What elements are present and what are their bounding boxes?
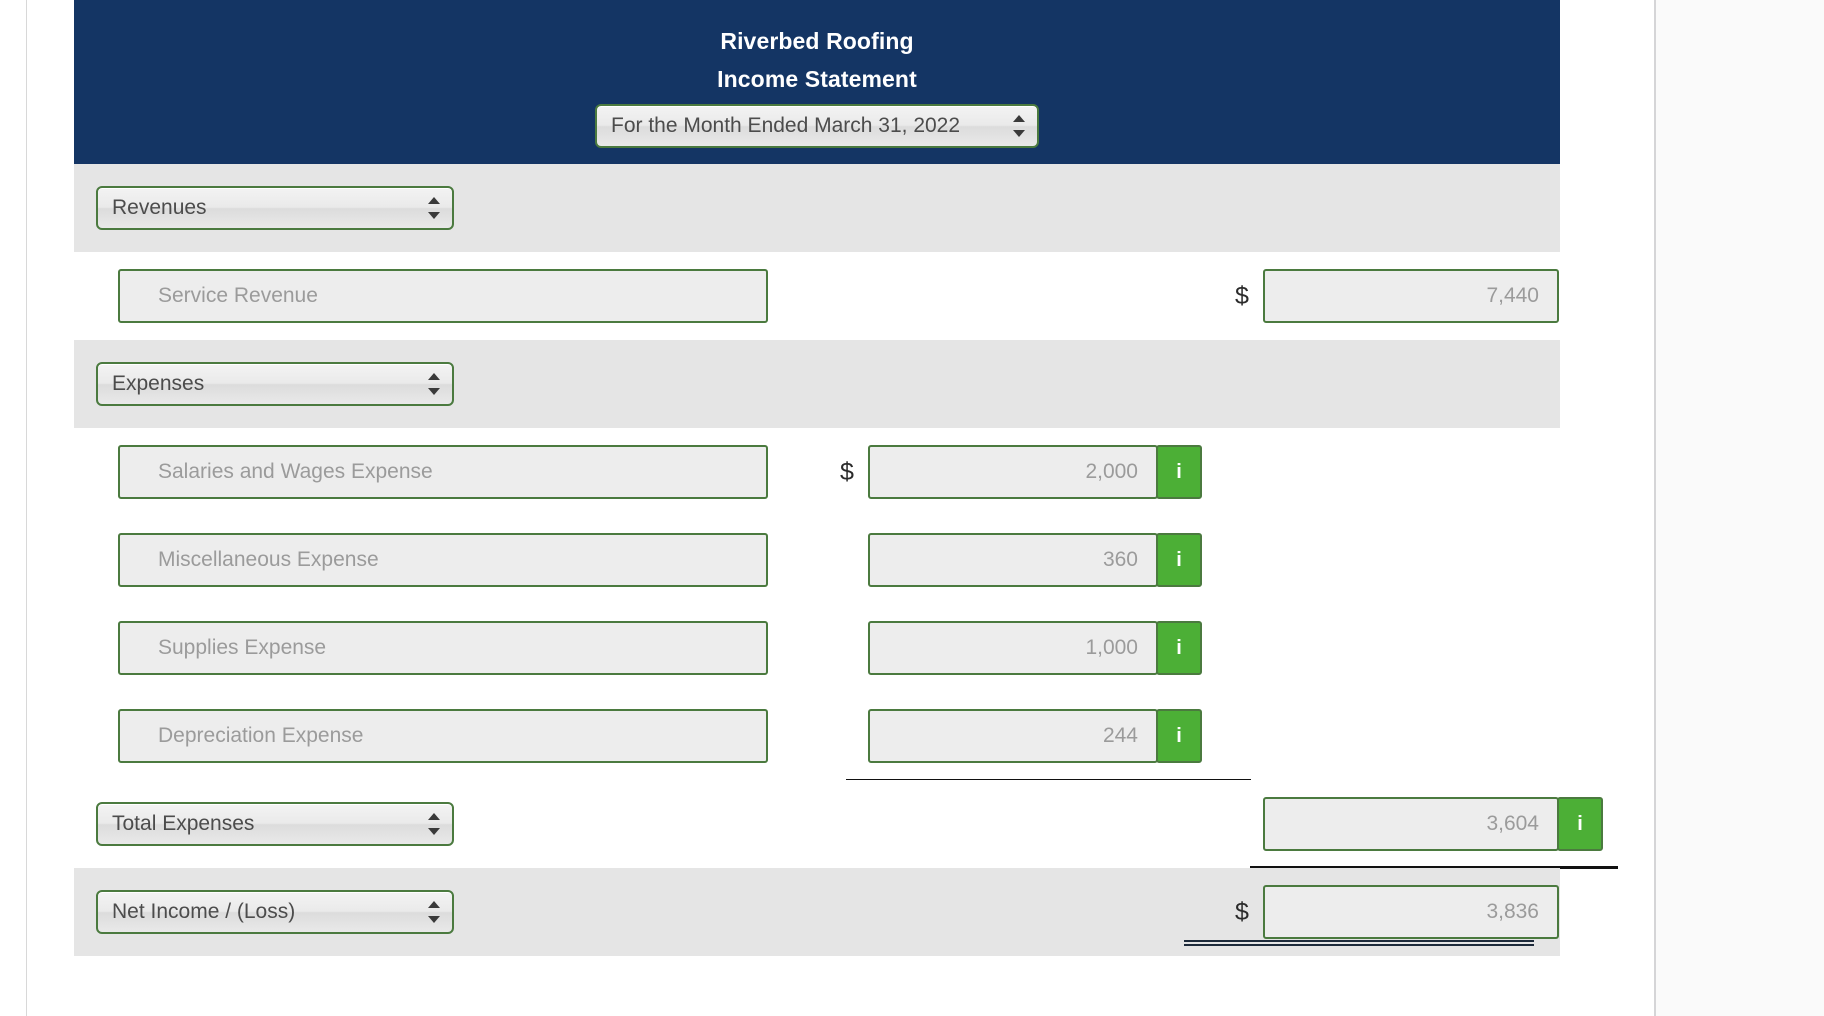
- account-name-input[interactable]: Supplies Expense: [118, 621, 768, 675]
- total-expenses-select[interactable]: Total Expenses: [96, 802, 454, 846]
- amount-group: $ 1,000 i: [834, 621, 1202, 675]
- amount-group: $ 244 i: [834, 709, 1202, 763]
- section-row-expenses: Expenses: [74, 340, 1560, 428]
- left-page-rule: [26, 0, 27, 1016]
- expenses-section-select[interactable]: Expenses: [96, 362, 454, 406]
- currency-symbol: $: [1235, 897, 1249, 926]
- table-row: Miscellaneous Expense $ 360 i: [74, 516, 1560, 604]
- expenses-section-label: Expenses: [112, 372, 205, 395]
- currency-symbol: $: [1235, 281, 1249, 310]
- net-income-select[interactable]: Net Income / (Loss): [96, 890, 454, 934]
- right-gutter: [1656, 0, 1824, 1016]
- amount-input[interactable]: 360: [868, 533, 1158, 587]
- amount-group: $ 3,836: [1229, 885, 1559, 939]
- table-row: Supplies Expense $ 1,000 i: [74, 604, 1560, 692]
- statement-card: Riverbed Roofing Income Statement For th…: [74, 0, 1618, 956]
- amount-input[interactable]: 244: [868, 709, 1158, 763]
- period-select[interactable]: For the Month Ended March 31, 2022: [595, 104, 1039, 148]
- account-name-input[interactable]: Salaries and Wages Expense: [118, 445, 768, 499]
- amount-group: $ 3,604 i: [1229, 797, 1603, 851]
- table-row: Depreciation Expense $ 244 i: [74, 692, 1560, 782]
- currency-symbol: $: [840, 457, 854, 486]
- period-select-value: For the Month Ended March 31, 2022: [611, 114, 961, 137]
- revenues-section-select[interactable]: Revenues: [96, 186, 454, 230]
- amount-group: $ 7,440: [1229, 269, 1559, 323]
- net-income-amount[interactable]: 3,836: [1263, 885, 1559, 939]
- info-icon-button[interactable]: i: [1156, 445, 1202, 499]
- company-name: Riverbed Roofing: [720, 28, 914, 54]
- total-expenses-amount[interactable]: 3,604: [1263, 797, 1559, 851]
- amount-group: $ 360 i: [834, 533, 1202, 587]
- info-icon-button[interactable]: i: [1156, 533, 1202, 587]
- chevron-updown-icon: [428, 813, 440, 835]
- income-statement-page: Riverbed Roofing Income Statement For th…: [0, 0, 1824, 1016]
- section-row-revenues: Revenues: [74, 164, 1560, 252]
- total-expenses-row: Total Expenses $ 3,604 i: [74, 780, 1618, 869]
- table-row: Salaries and Wages Expense $ 2,000 i: [74, 428, 1560, 516]
- amount-group: $ 2,000 i: [834, 445, 1202, 499]
- account-name-input[interactable]: Miscellaneous Expense: [118, 533, 768, 587]
- chevron-updown-icon: [428, 197, 440, 219]
- amount-input[interactable]: 1,000: [868, 621, 1158, 675]
- revenues-section-label: Revenues: [112, 196, 207, 219]
- chevron-updown-icon: [428, 373, 440, 395]
- chevron-updown-icon: [1013, 115, 1025, 137]
- account-name-input[interactable]: Depreciation Expense: [118, 709, 768, 763]
- account-name-input[interactable]: Service Revenue: [118, 269, 768, 323]
- statement-title: Income Statement: [717, 66, 917, 92]
- net-income-double-rule: [1184, 940, 1534, 946]
- amount-input[interactable]: 2,000: [868, 445, 1158, 499]
- period-select-wrap: For the Month Ended March 31, 2022: [74, 104, 1560, 148]
- chevron-updown-icon: [428, 901, 440, 923]
- info-icon-button[interactable]: i: [1156, 621, 1202, 675]
- total-expenses-label: Total Expenses: [112, 812, 255, 835]
- table-row: Service Revenue $ 7,440: [74, 252, 1560, 340]
- net-income-label: Net Income / (Loss): [112, 900, 296, 923]
- net-income-row: Net Income / (Loss) $ 3,836: [74, 868, 1560, 956]
- info-icon-button[interactable]: i: [1156, 709, 1202, 763]
- info-icon-button[interactable]: i: [1557, 797, 1603, 851]
- amount-input[interactable]: 7,440: [1263, 269, 1559, 323]
- statement-header: Riverbed Roofing Income Statement For th…: [74, 0, 1560, 164]
